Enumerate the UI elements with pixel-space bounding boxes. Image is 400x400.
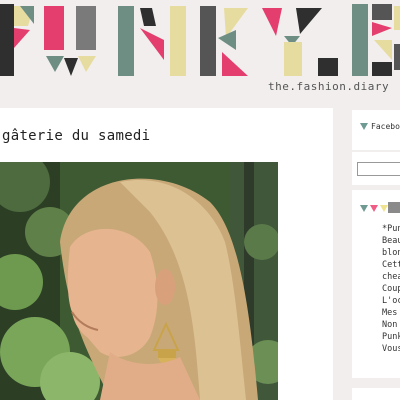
logo-letter-k <box>222 52 248 76</box>
logo-letter-b <box>394 44 400 70</box>
blog-tagline: the.fashion.diary <box>268 80 390 93</box>
facebook-widget-header: Facebook <box>360 122 400 131</box>
logo-letter-u <box>44 6 64 50</box>
list-item[interactable]: L'oc <box>382 295 400 307</box>
logo-letter-b <box>374 40 392 60</box>
list-item[interactable]: Mes <box>382 307 400 319</box>
blog-archive-widget: *Pun Beau blon Cett chea Coup L'oc Mes N… <box>352 190 400 378</box>
logo-letter-b <box>352 4 368 76</box>
logo-letter-b <box>372 22 392 36</box>
triangle-icon <box>380 205 388 212</box>
logo-letter-u <box>46 56 64 72</box>
logo-letter-n <box>140 28 164 60</box>
list-item[interactable]: Punk <box>382 331 400 343</box>
logo-dot <box>318 58 338 76</box>
logo-letter-u <box>64 58 78 76</box>
logo-letter-p <box>0 4 14 76</box>
logo-letter-b <box>372 62 392 76</box>
list-item[interactable]: *Pun <box>382 223 400 235</box>
search-input[interactable] <box>357 162 400 176</box>
list-item[interactable]: Coup <box>382 283 400 295</box>
widget-title-bar <box>388 202 400 213</box>
facebook-widget[interactable]: Facebook <box>352 110 400 150</box>
triangle-icon <box>370 205 378 212</box>
triangle-icon <box>360 123 368 130</box>
post-title[interactable]: gâterie du samedi <box>2 128 150 144</box>
blog-post-list: *Pun Beau blon Cett chea Coup L'oc Mes N… <box>382 223 400 355</box>
logo-letter-u <box>78 56 96 72</box>
logo-letter-k <box>200 6 216 76</box>
widget-decoration <box>360 205 388 212</box>
list-item[interactable]: chea <box>382 271 400 283</box>
list-item[interactable]: Beau <box>382 235 400 247</box>
photo-icon <box>0 162 278 400</box>
logo-letter-b <box>372 4 392 20</box>
logo-letter-n <box>118 6 134 76</box>
list-item[interactable]: Vous <box>382 343 400 355</box>
logo-letter-n <box>140 8 156 26</box>
search-widget <box>352 152 400 185</box>
list-item[interactable]: Cett <box>382 259 400 271</box>
list-item[interactable]: Non <box>382 319 400 331</box>
logo-letter-u <box>76 6 96 50</box>
logo-letter-b <box>394 6 400 30</box>
facebook-label: Facebook <box>371 122 400 131</box>
list-item[interactable]: blon <box>382 247 400 259</box>
triangle-icon <box>360 205 368 212</box>
logo-letter-y <box>262 8 282 36</box>
blog-logo[interactable] <box>0 0 400 80</box>
post-photo[interactable] <box>0 162 278 400</box>
logo-letter-p <box>14 28 30 48</box>
logo-letter-y <box>296 8 322 34</box>
logo-letter-y <box>284 42 302 76</box>
logo-letter-n <box>170 6 186 76</box>
sidebar-widget <box>352 388 400 400</box>
post-column: gâterie du samedi <box>0 108 333 400</box>
